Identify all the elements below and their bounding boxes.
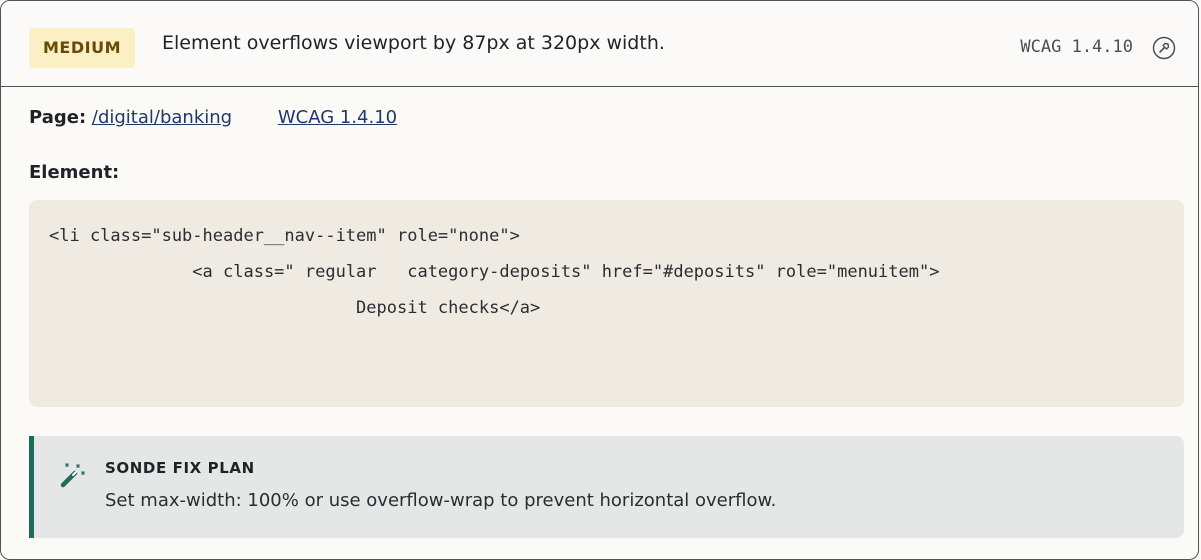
issue-card: MEDIUM Element overflows viewport by 87p… xyxy=(0,0,1199,560)
fix-plan-text: Set max-width: 100% or use overflow-wrap… xyxy=(105,490,777,511)
severity-badge: MEDIUM xyxy=(29,28,135,68)
wcag-criterion-tag: WCAG 1.4.10 xyxy=(1020,37,1133,57)
fix-plan-panel: SONDE FIX PLAN Set max-width: 100% or us… xyxy=(29,436,1184,538)
element-label: Element: xyxy=(29,162,120,183)
issue-header: MEDIUM Element overflows viewport by 87p… xyxy=(1,1,1198,87)
page-label: Page: xyxy=(29,107,87,128)
meta-row: Page: /digital/banking WCAG 1.4.10 xyxy=(29,107,397,128)
element-code-block: <li class="sub-header__nav--item" role="… xyxy=(29,200,1184,407)
wcag-link[interactable]: WCAG 1.4.10 xyxy=(278,107,397,128)
magic-wand-icon xyxy=(60,463,85,488)
issue-headline: Element overflows viewport by 87px at 32… xyxy=(162,32,665,54)
fix-plan-title: SONDE FIX PLAN xyxy=(105,459,255,477)
pin-icon[interactable] xyxy=(1152,36,1176,60)
page-link[interactable]: /digital/banking xyxy=(92,107,232,128)
